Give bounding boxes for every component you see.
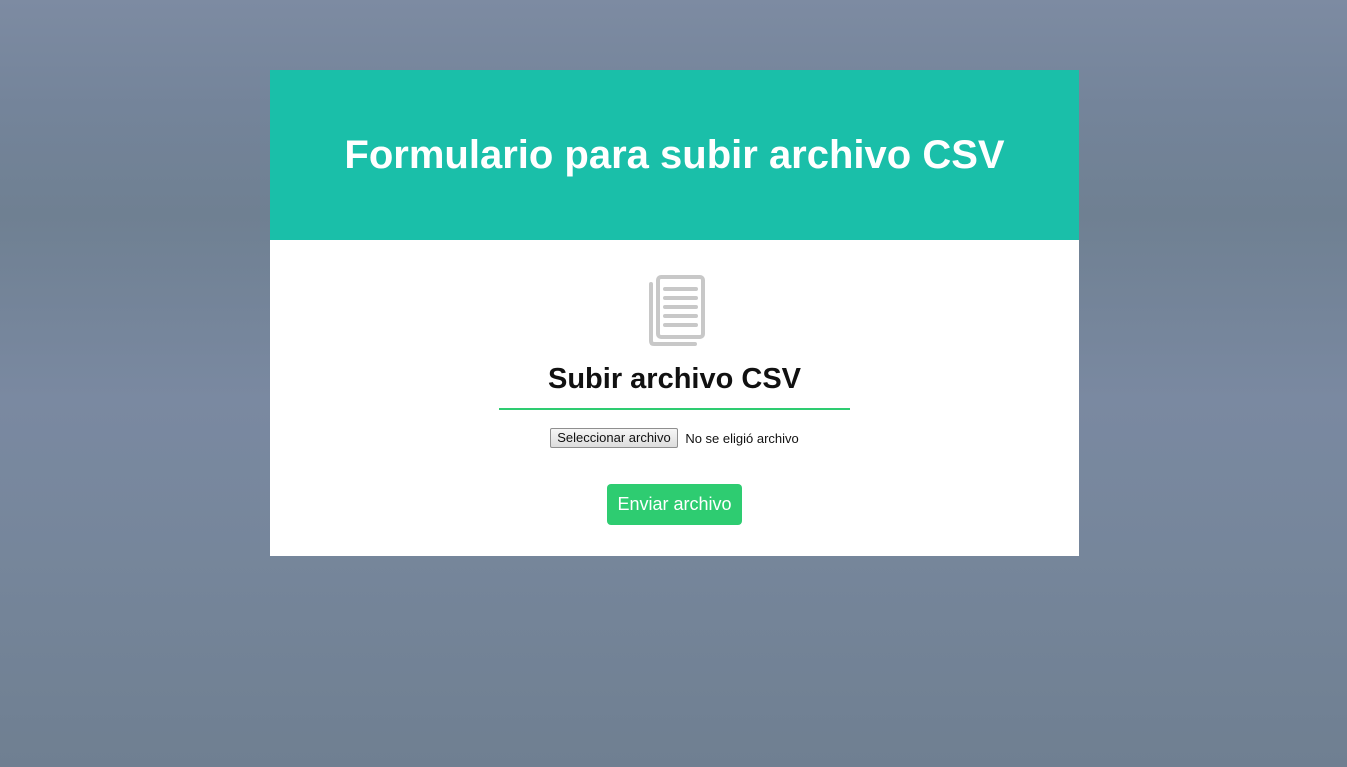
page-title: Formulario para subir archivo CSV	[344, 132, 1005, 177]
submit-button[interactable]: Enviar archivo	[607, 484, 742, 525]
upload-form: Subir archivo CSV Seleccionar archivo No…	[270, 240, 1079, 556]
upload-card: Formulario para subir archivo CSV Subir …	[270, 70, 1079, 556]
file-status-text: No se eligió archivo	[685, 430, 799, 446]
form-title: Subir archivo CSV	[547, 363, 801, 395]
card-header: Formulario para subir archivo CSV	[270, 70, 1079, 240]
file-input: Seleccionar archivo No se eligió archivo	[270, 428, 1079, 448]
title-divider	[499, 408, 850, 410]
select-file-button[interactable]: Seleccionar archivo	[550, 428, 678, 448]
document-icon	[645, 274, 707, 346]
